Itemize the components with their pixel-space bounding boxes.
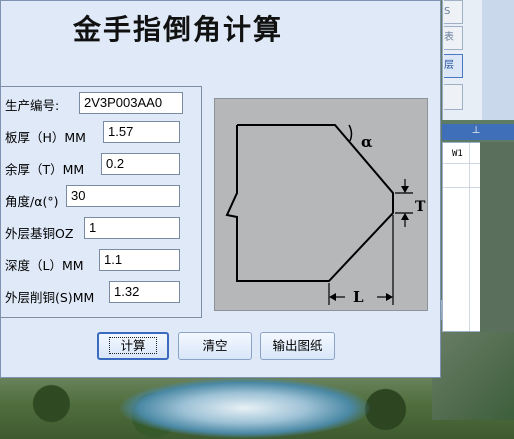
background-fountain [120,378,370,438]
remaining-thickness-label: 余厚（T）MM [5,162,85,177]
background-app-button-1[interactable]: S [444,0,463,24]
t-arrowhead-top [401,186,409,193]
remaining-thickness-input[interactable]: 0.2 [101,153,180,175]
bevel-diagram: α T L [214,98,428,311]
outer-copper-label: 外层基铜OZ [5,226,74,241]
t-arrowhead-bottom [401,213,409,220]
background-app-button-4[interactable] [444,84,463,110]
pin-icon[interactable]: ⊥ [470,125,482,137]
calculate-button-label: 计算 [109,337,157,354]
l-arrowhead-left [329,293,336,301]
angle-input[interactable]: 30 [66,185,180,207]
t-label: T [415,199,426,215]
depth-label: 深度（L）MM [5,258,84,273]
dialog-title: 金手指倒角计算 [72,13,283,46]
background-app-button-3[interactable]: 层 [444,54,463,78]
angle-label: 角度/α(°) [5,194,59,209]
outer-copper-input[interactable]: 1 [84,217,180,239]
board-thickness-label: 板厚（H）MM [5,130,86,145]
clear-button[interactable]: 清空 [178,332,252,360]
calculate-button[interactable]: 计算 [97,332,169,360]
background-grid-shadow [480,142,514,332]
depth-input[interactable]: 1.1 [99,249,180,271]
production-no-input[interactable]: 2V3P003AA0 [79,92,183,114]
bevel-diagram-svg: α T L [225,124,426,306]
copper-reduction-label: 外层削铜(S)MM [5,290,95,305]
grid-column-header: W1 [452,149,463,159]
alpha-label: α [361,133,373,151]
alpha-arc [348,124,353,142]
export-drawing-button[interactable]: 输出图纸 [260,332,335,360]
background-building [432,320,514,420]
copper-reduction-input[interactable]: 1.32 [109,281,180,303]
background-app-button-2[interactable]: 表 [444,26,463,50]
production-no-label: 生产编号: [5,98,60,113]
background-app-sidebar [482,0,514,120]
l-label: L [353,288,364,306]
l-arrowhead-right [386,293,393,301]
board-thickness-input[interactable]: 1.57 [103,121,180,143]
